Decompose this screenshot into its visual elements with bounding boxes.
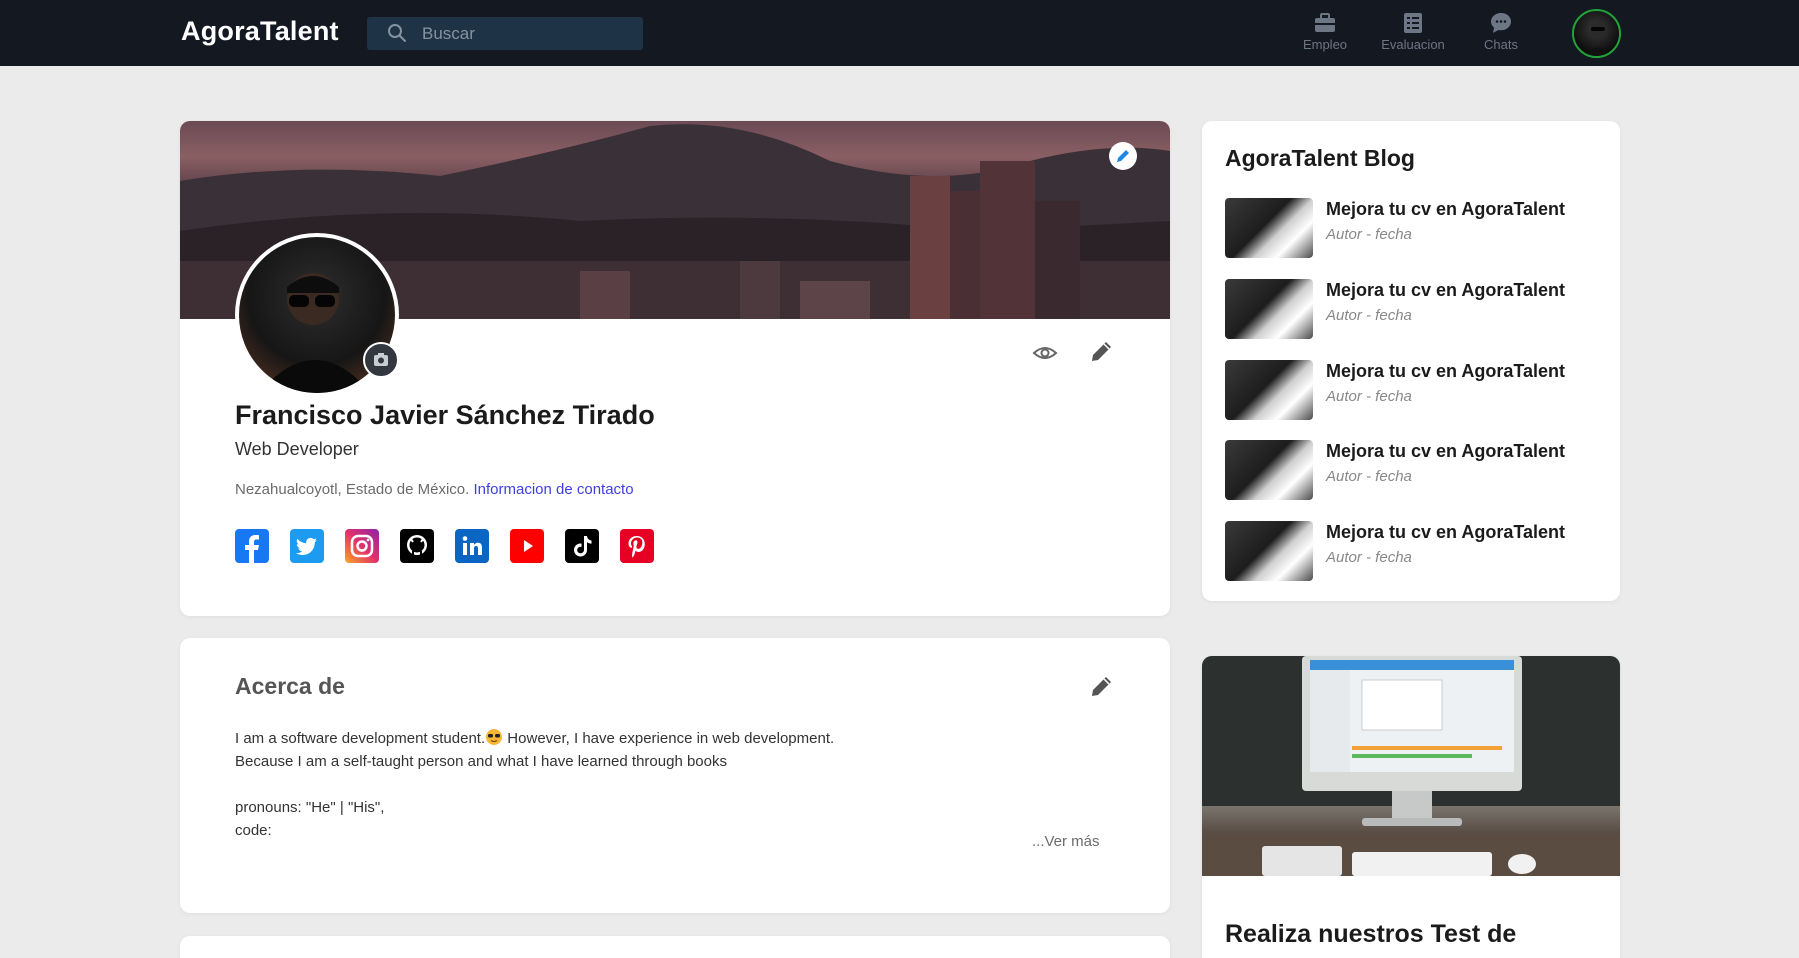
about-line-3: pronouns: "He" | "His", — [235, 799, 385, 816]
blog-thumbnail — [1225, 521, 1313, 581]
profile-location: Nezahualcoyotl, Estado de México. Inform… — [235, 481, 634, 498]
blog-item[interactable]: Mejora tu cv en AgoraTalent Autor - fech… — [1225, 521, 1605, 581]
blog-item-meta: Autor - fecha — [1326, 388, 1412, 405]
avatar-image — [1584, 22, 1612, 56]
blog-item[interactable]: Mejora tu cv en AgoraTalent Autor - fech… — [1225, 360, 1605, 420]
pinterest-icon[interactable] — [620, 529, 654, 563]
linkedin-icon[interactable] — [455, 529, 489, 563]
test-promo-image — [1202, 656, 1620, 876]
tiktok-icon[interactable] — [565, 529, 599, 563]
see-more-link[interactable]: ...Ver más — [1032, 833, 1100, 850]
blog-thumbnail — [1225, 360, 1313, 420]
edit-about-button[interactable] — [1088, 672, 1116, 700]
eye-icon — [1032, 347, 1058, 359]
checklist-icon — [1404, 13, 1422, 33]
twitter-icon[interactable] — [290, 529, 324, 563]
blog-title: AgoraTalent Blog — [1225, 145, 1415, 171]
camera-icon — [374, 353, 388, 366]
chat-icon — [1491, 13, 1511, 33]
blog-item-title: Mejora tu cv en AgoraTalent — [1326, 280, 1566, 300]
computer-illustration — [1202, 656, 1620, 876]
change-photo-button[interactable] — [363, 342, 399, 378]
profile-card: Francisco Javier Sánchez Tirado Web Deve… — [180, 121, 1170, 616]
about-title: Acerca de — [235, 673, 345, 699]
blog-item[interactable]: Mejora tu cv en AgoraTalent Autor - fech… — [1225, 198, 1605, 258]
nav-label: Evaluacion — [1381, 37, 1445, 52]
about-line-2: Because I am a self-taught person and wh… — [235, 753, 727, 770]
test-promo-title: Realiza nuestros Test de — [1225, 920, 1517, 948]
profile-name: Francisco Javier Sánchez Tirado — [235, 400, 655, 430]
pencil-icon — [1117, 150, 1129, 162]
next-section-card — [180, 936, 1170, 958]
blog-item-meta: Autor - fecha — [1326, 549, 1412, 566]
nav-label: Empleo — [1302, 37, 1348, 52]
facebook-icon[interactable] — [235, 529, 269, 563]
view-profile-button[interactable] — [1031, 339, 1059, 367]
blog-thumbnail — [1225, 198, 1313, 258]
blog-item[interactable]: Mejora tu cv en AgoraTalent Autor - fech… — [1225, 440, 1605, 500]
search-box[interactable]: Buscar — [367, 17, 643, 50]
edit-cover-button[interactable] — [1109, 142, 1137, 170]
about-card: Acerca de I am a software development st… — [180, 638, 1170, 913]
test-promo-card[interactable]: Realiza nuestros Test de — [1202, 656, 1620, 958]
sunglasses-emoji-icon — [486, 729, 503, 745]
blog-item-meta: Autor - fecha — [1326, 307, 1412, 324]
pencil-icon — [1092, 342, 1111, 361]
location-text: Nezahualcoyotl, Estado de México. — [235, 481, 470, 498]
blog-item[interactable]: Mejora tu cv en AgoraTalent Autor - fech… — [1225, 279, 1605, 339]
youtube-icon[interactable] — [510, 529, 544, 563]
social-links — [235, 529, 654, 563]
blog-item-meta: Autor - fecha — [1326, 468, 1412, 485]
blog-thumbnail — [1225, 279, 1313, 339]
blog-item-meta: Autor - fecha — [1326, 226, 1412, 243]
profile-headline: Web Developer — [235, 439, 359, 459]
about-text: I am a software development student. How… — [235, 727, 1035, 842]
blog-item-title: Mejora tu cv en AgoraTalent — [1326, 361, 1566, 381]
contact-info-link[interactable]: Informacion de contacto — [473, 481, 633, 498]
nav-empleo[interactable]: Empleo — [1285, 11, 1365, 52]
top-navbar: AgoraTalent Buscar Empleo Evaluacion Cha… — [0, 0, 1799, 66]
about-line-1: I am a software development student. — [235, 730, 486, 747]
blog-item-title: Mejora tu cv en AgoraTalent — [1326, 441, 1566, 461]
search-input[interactable]: Buscar — [422, 24, 475, 44]
instagram-icon[interactable] — [345, 529, 379, 563]
briefcase-icon — [1315, 13, 1335, 32]
github-icon[interactable] — [400, 529, 434, 563]
blog-card: AgoraTalent Blog Mejora tu cv en AgoraTa… — [1202, 121, 1620, 601]
about-line-1b: However, I have experience in web develo… — [503, 730, 835, 747]
blog-item-title: Mejora tu cv en AgoraTalent — [1326, 522, 1566, 542]
brand-logo[interactable]: AgoraTalent — [181, 16, 339, 47]
edit-profile-button[interactable] — [1088, 337, 1116, 365]
about-line-4: code: — [235, 822, 272, 839]
user-avatar[interactable] — [1572, 9, 1621, 58]
search-icon — [388, 24, 406, 42]
nav-evaluacion[interactable]: Evaluacion — [1373, 11, 1453, 52]
pencil-icon — [1092, 677, 1111, 696]
nav-chats[interactable]: Chats — [1461, 11, 1541, 52]
nav-label: Chats — [1484, 37, 1518, 52]
blog-item-title: Mejora tu cv en AgoraTalent — [1326, 199, 1566, 219]
blog-thumbnail — [1225, 440, 1313, 500]
